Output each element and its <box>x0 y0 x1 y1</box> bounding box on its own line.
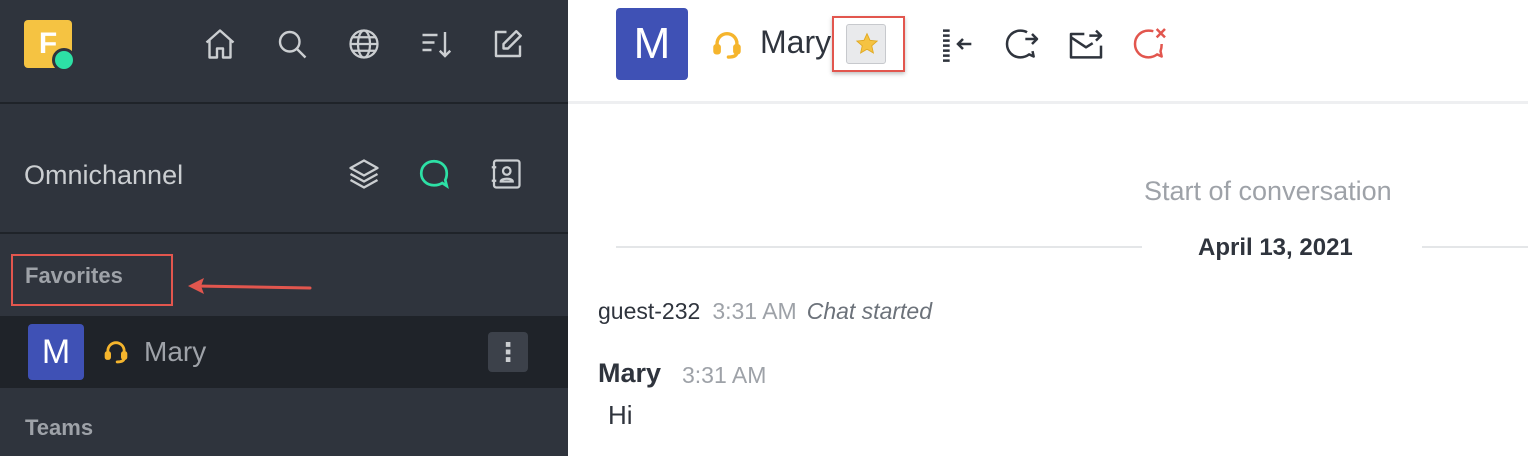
directory-icon[interactable] <box>346 26 382 62</box>
message-time: 3:31 AM <box>712 298 797 324</box>
system-message-text: Chat started <box>806 298 932 324</box>
message-body: Hi <box>608 400 633 430</box>
queue-icon[interactable] <box>346 156 382 192</box>
room-avatar[interactable]: M <box>616 8 688 80</box>
sidebar-header: F <box>0 0 568 104</box>
avatar: M <box>28 324 84 380</box>
message-time: 3:31 AM <box>682 362 767 388</box>
sidebar: F Omnichannel Favorites M Mary ⋮ Teams <box>0 0 568 456</box>
star-icon <box>855 32 879 54</box>
teams-section-title: Teams <box>25 415 94 440</box>
search-icon[interactable] <box>274 26 310 62</box>
system-message: guest-232 3:31 AM Chat started <box>598 298 932 325</box>
contact-center-icon[interactable] <box>488 156 524 192</box>
message-username[interactable]: Mary <box>598 358 661 389</box>
user-status-indicator <box>52 48 76 72</box>
room-header: M Mary <box>568 0 1528 104</box>
room-info-icon[interactable] <box>938 24 978 64</box>
close-chat-icon[interactable] <box>1130 24 1170 64</box>
sort-icon[interactable] <box>418 26 454 62</box>
transcript-icon[interactable] <box>1066 24 1106 64</box>
kebab-menu-icon[interactable]: ⋮ <box>488 332 528 372</box>
home-icon[interactable] <box>202 26 238 62</box>
divider <box>616 246 1142 248</box>
sidebar-item-label: Mary <box>144 336 207 367</box>
headset-icon <box>710 28 744 62</box>
headset-icon <box>102 338 130 366</box>
message-username[interactable]: guest-232 <box>598 298 700 324</box>
favorites-highlight-box <box>11 254 173 306</box>
forward-chat-icon[interactable] <box>1002 24 1042 64</box>
omnichannel-section: Omnichannel <box>0 104 568 234</box>
room-view: M Mary Start of conversation April 13, 2… <box>568 0 1528 456</box>
omnichannel-chat-icon[interactable] <box>416 156 452 192</box>
annotation-arrow <box>188 278 312 294</box>
favorite-button[interactable] <box>846 24 886 64</box>
date-divider: April 13, 2021 <box>1198 234 1353 261</box>
omnichannel-label: Omnichannel <box>24 160 184 190</box>
divider <box>1422 246 1528 248</box>
start-of-conversation: Start of conversation <box>1144 176 1392 206</box>
sidebar-item-mary[interactable]: M Mary ⋮ <box>0 316 568 388</box>
create-new-icon[interactable] <box>490 26 526 62</box>
room-title: Mary <box>760 24 832 60</box>
